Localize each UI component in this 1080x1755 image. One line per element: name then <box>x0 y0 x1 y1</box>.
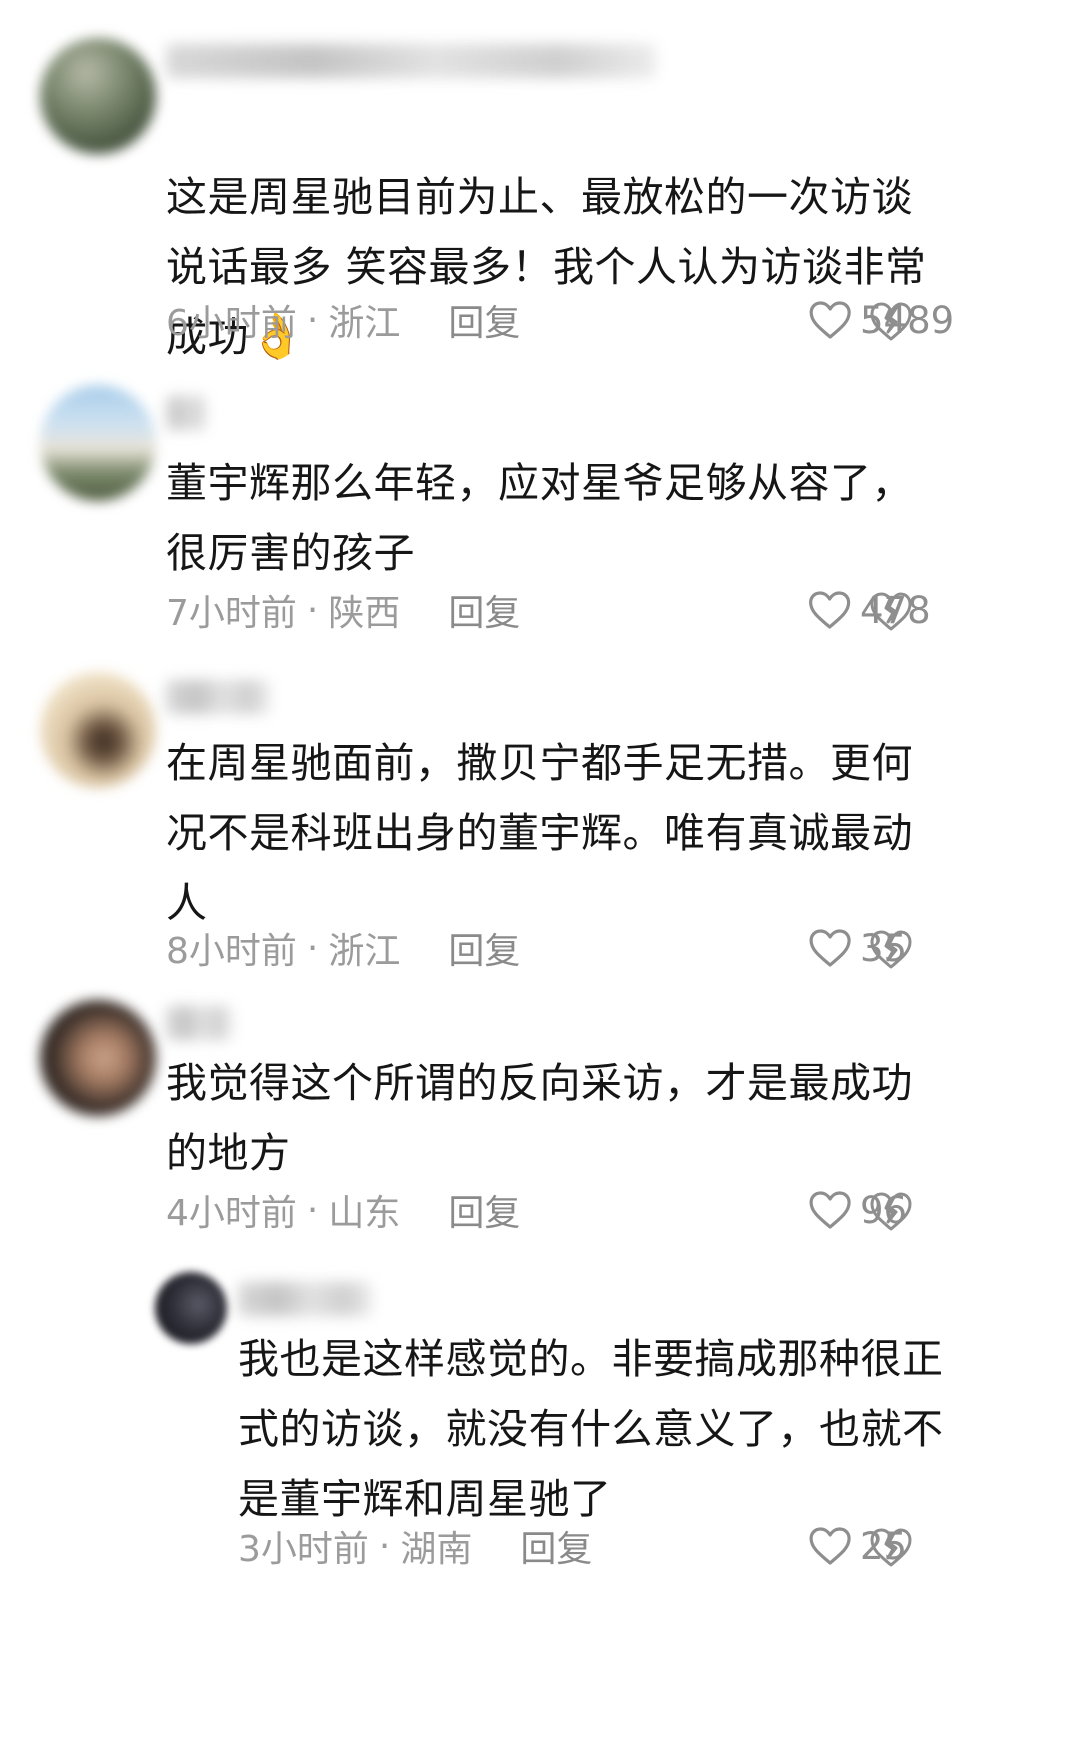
heart-icon <box>809 1191 851 1229</box>
comment-meta: 3小时前 · 湖南 回复 <box>238 1520 592 1572</box>
username-blurred[interactable] <box>166 1006 232 1040</box>
reply-button[interactable]: 回复 <box>448 584 520 636</box>
avatar[interactable] <box>40 1000 156 1116</box>
comment-location: 湖南 <box>400 1529 473 1570</box>
comment-3: 在周星驰面前，撒贝宁都手足无措。更何 况不是科班出身的董宇辉。唯有真诚最动 人 … <box>0 670 1080 990</box>
reply-button[interactable]: 回复 <box>448 294 520 346</box>
dislike-broken-heart-icon[interactable] <box>868 1188 914 1234</box>
avatar[interactable] <box>40 38 156 154</box>
dislike-broken-heart-icon[interactable] <box>868 1524 914 1570</box>
comment-meta: 6小时前 · 浙江 回复 <box>166 294 520 346</box>
reply-button[interactable]: 回复 <box>448 922 520 974</box>
username-blurred[interactable] <box>166 44 656 78</box>
separator-dot: · <box>378 1525 391 1567</box>
comment-text: 董宇辉那么年轻，应对星爷足够从容了， 很厉害的孩子 <box>166 459 913 577</box>
comment-meta: 7小时前 · 陕西 回复 <box>166 584 520 636</box>
comment-location: 陕西 <box>328 593 401 634</box>
avatar[interactable] <box>155 1272 227 1344</box>
comment-location: 浙江 <box>328 303 401 344</box>
comment-1: 这是周星驰目前为止、最放松的一次访谈 说话最多 笑容最多！我个人认为访谈非常 成… <box>0 0 1080 370</box>
comment-time: 4小时前 <box>166 1193 297 1234</box>
heart-icon <box>809 1527 851 1565</box>
dislike-broken-heart-icon[interactable] <box>868 298 914 344</box>
comment-time: 7小时前 <box>166 593 297 634</box>
comment-text: 我觉得这个所谓的反向采访，才是最成功 的地方 <box>166 1059 913 1177</box>
comment-location: 山东 <box>328 1193 401 1234</box>
heart-icon <box>809 591 851 629</box>
avatar[interactable] <box>40 385 156 501</box>
username-blurred[interactable] <box>166 680 270 714</box>
comment-text: 我也是这样感觉的。非要搞成那种很正 式的访谈，就没有什么意义了，也就不 是董宇辉… <box>238 1335 944 1523</box>
dislike-broken-heart-icon[interactable] <box>868 588 914 634</box>
comment-time: 6小时前 <box>166 303 297 344</box>
separator-dot: · <box>306 1189 319 1231</box>
comment-2: 董宇辉那么年轻，应对星爷足够从容了， 很厉害的孩子 7小时前 · 陕西 回复 4… <box>0 370 1080 670</box>
username-blurred[interactable] <box>238 1282 372 1316</box>
comment-meta: 4小时前 · 山东 回复 <box>166 1184 520 1236</box>
username-blurred[interactable] <box>166 396 206 430</box>
avatar[interactable] <box>40 672 156 788</box>
reply-button[interactable]: 回复 <box>520 1520 592 1572</box>
separator-dot: · <box>306 299 319 341</box>
comment-time: 8小时前 <box>166 931 297 972</box>
dislike-broken-heart-icon[interactable] <box>868 926 914 972</box>
heart-icon <box>809 301 851 339</box>
reply-button[interactable]: 回复 <box>448 1184 520 1236</box>
separator-dot: · <box>306 927 319 969</box>
comment-text: 在周星驰面前，撒贝宁都手足无措。更何 况不是科班出身的董宇辉。唯有真诚最动 人 <box>166 739 913 927</box>
heart-icon <box>809 929 851 967</box>
comment-4: 我觉得这个所谓的反向采访，才是最成功 的地方 4小时前 · 山东 回复 96 <box>0 990 1080 1260</box>
comment-location: 浙江 <box>328 931 401 972</box>
comment-meta: 8小时前 · 浙江 回复 <box>166 922 520 974</box>
comment-time: 3小时前 <box>238 1529 369 1570</box>
reply-comment-1: 我也是这样感觉的。非要搞成那种很正 式的访谈，就没有什么意义了，也就不 是董宇辉… <box>0 1260 1080 1755</box>
separator-dot: · <box>306 589 319 631</box>
